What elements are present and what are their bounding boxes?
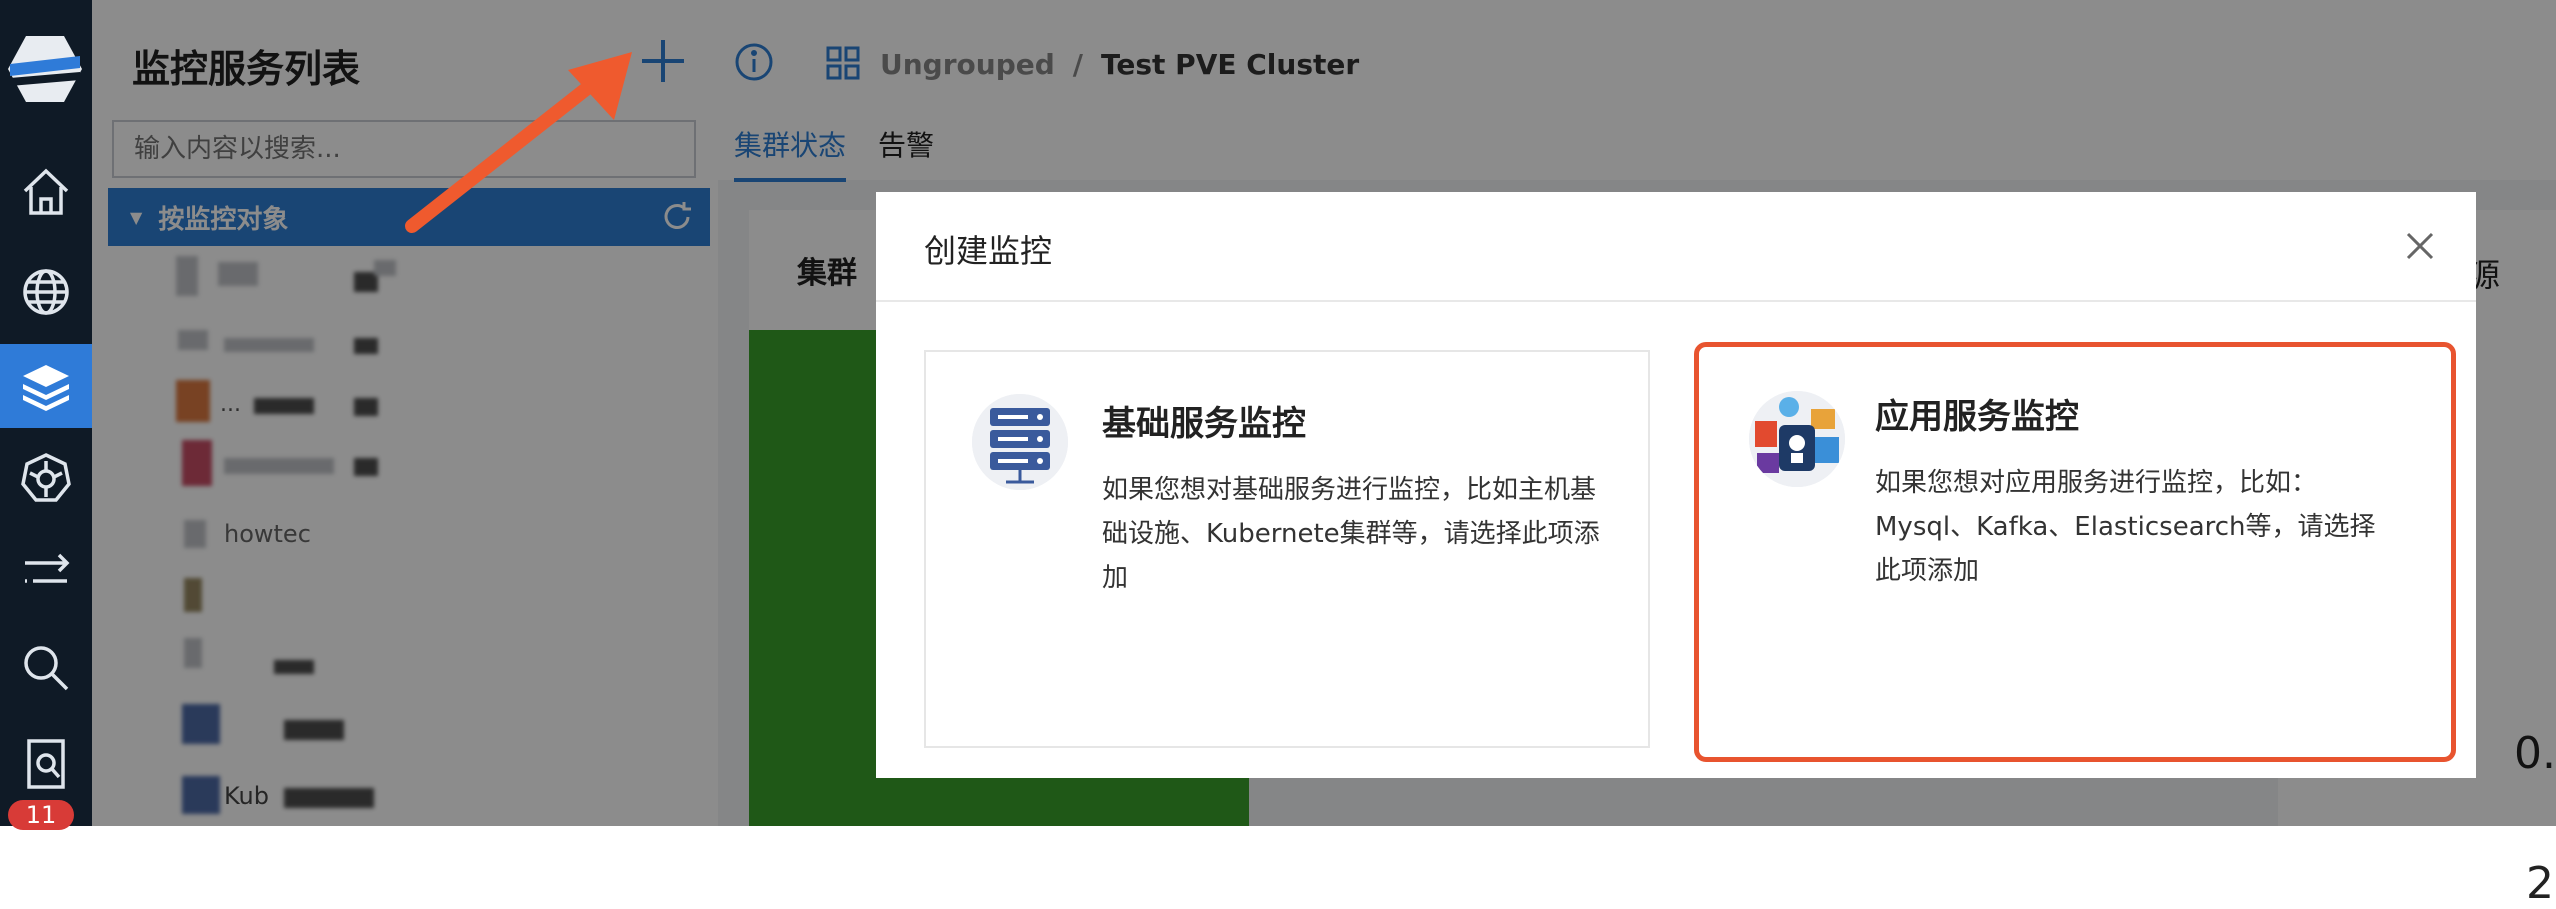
option-description: 如果您想对基础服务进行监控，比如主机基础设施、Kubernete集群等，请选择此… [1102,475,1600,593]
option-title: 应用服务监控 [1875,397,2079,437]
server-stack-icon [972,394,1068,490]
option-title: 基础服务监控 [1102,404,1306,444]
create-monitor-dialog: 创建监控 基础服务监控 如果您想对基础服务进行监控，比如主机基础设施、Kuber… [876,192,2476,778]
logo-icon [8,36,82,102]
search-icon [24,646,69,691]
globe-nav-item[interactable] [0,250,92,334]
resource-value-2: 2 [2526,858,2554,909]
kubernetes-nav-item[interactable] [0,436,92,520]
search-nav-item[interactable] [0,626,92,710]
dialog-header: 创建监控 [876,192,2476,302]
report-nav-item[interactable] [0,722,92,806]
globe-icon [23,269,69,315]
home-icon [23,168,69,215]
home-nav-item[interactable] [0,150,92,234]
basic-service-option[interactable]: 基础服务监控 如果您想对基础服务进行监控，比如主机基础设施、Kubernete集… [924,350,1650,748]
kubernetes-icon [21,453,71,502]
report-icon [27,739,65,789]
app-collage-icon [1749,391,1845,487]
close-icon[interactable] [2404,230,2436,262]
app-service-option[interactable]: 应用服务监控 如果您想对应用服务进行监控，比如：Mysql、Kafka、Elas… [1694,342,2456,762]
services-nav-item[interactable] [0,344,92,428]
option-description: 如果您想对应用服务进行监控，比如：Mysql、Kafka、Elasticsear… [1875,468,2376,586]
nav-rail: 11 [0,0,92,830]
flow-icon [25,553,70,583]
layers-icon [23,365,69,411]
dialog-title: 创建监控 [924,232,1053,270]
flow-nav-item[interactable] [0,530,92,614]
